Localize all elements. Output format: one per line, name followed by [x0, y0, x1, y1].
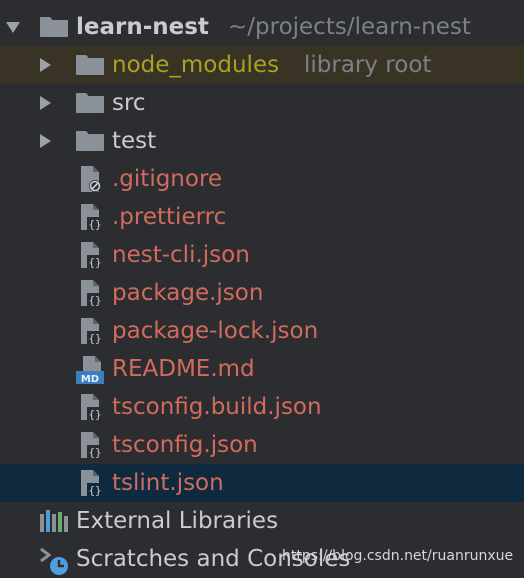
tree-item-tslint-json[interactable]: {} tslint.json	[0, 464, 524, 502]
tree-item-tsconfig-json[interactable]: {} tsconfig.json	[0, 426, 524, 464]
tree-item-label: nest-cli.json	[112, 242, 250, 268]
json-file-icon: {}	[81, 242, 103, 269]
tree-item-test[interactable]: test	[0, 122, 524, 160]
tree-item-label: tslint.json	[112, 470, 224, 496]
tree-item-package-json[interactable]: {} package.json	[0, 274, 524, 312]
tree-item-label: README.md	[112, 356, 255, 382]
svg-text:{}: {}	[88, 332, 101, 345]
json-file-icon: {}	[81, 470, 103, 497]
expand-chevron-right-icon[interactable]	[40, 96, 51, 110]
watermark-text: https://blog.csdn.net/ruanrunxue	[282, 548, 514, 564]
tree-item-tsconfig-build-json[interactable]: {} tsconfig.build.json	[0, 388, 524, 426]
md-badge: MD	[81, 374, 99, 384]
svg-text:{}: {}	[88, 256, 101, 269]
folder-icon	[40, 17, 68, 37]
tree-item-label: External Libraries	[76, 508, 279, 534]
external-libraries-icon	[40, 510, 68, 532]
tree-item-label: test	[112, 128, 157, 154]
markdown-file-icon: MD	[76, 356, 104, 384]
tree-item-node-modules[interactable]: node_modules library root	[0, 46, 524, 84]
tree-item-package-lock-json[interactable]: {} package-lock.json	[0, 312, 524, 350]
expand-chevron-down-icon[interactable]	[6, 22, 20, 33]
tree-item-label: tsconfig.json	[112, 432, 258, 458]
project-name: learn-nest	[76, 14, 209, 40]
json-file-icon: {}	[81, 280, 103, 307]
library-root-hint: library root	[304, 52, 432, 78]
tree-item-label: tsconfig.build.json	[112, 394, 322, 420]
tree-item-gitignore[interactable]: .gitignore	[0, 160, 524, 198]
project-root-row[interactable]: learn-nest ~/projects/learn-nest	[0, 8, 524, 46]
gitignore-file-icon	[81, 166, 101, 192]
tree-item-label: package.json	[112, 280, 264, 306]
svg-text:{}: {}	[88, 484, 101, 497]
json-file-icon: {}	[81, 318, 103, 345]
folder-icon	[76, 93, 104, 113]
folder-icon	[76, 55, 104, 75]
expand-chevron-right-icon[interactable]	[40, 58, 51, 72]
json-file-icon: {}	[81, 394, 103, 421]
tree-item-external-libraries[interactable]: External Libraries	[0, 502, 524, 540]
tree-item-src[interactable]: src	[0, 84, 524, 122]
tree-item-readme-md[interactable]: MD README.md	[0, 350, 524, 388]
json-file-icon: {}	[81, 432, 103, 459]
svg-text:{}: {}	[88, 446, 101, 459]
svg-text:{}: {}	[88, 408, 101, 421]
json-file-icon: {}	[81, 204, 103, 231]
tree-item-nest-cli-json[interactable]: {} nest-cli.json	[0, 236, 524, 274]
tree-item-label: src	[112, 90, 146, 116]
tree-item-label: node_modules	[112, 52, 280, 78]
folder-icon	[76, 131, 104, 151]
svg-text:{}: {}	[88, 294, 101, 307]
project-path: ~/projects/learn-nest	[228, 14, 471, 40]
tree-item-label: .prettierrc	[112, 204, 227, 230]
expand-chevron-right-icon[interactable]	[40, 134, 51, 148]
tree-item-label: .gitignore	[112, 166, 223, 192]
scratches-console-icon	[40, 547, 68, 575]
tree-item-label: package-lock.json	[112, 318, 319, 344]
tree-item-prettierrc[interactable]: {} .prettierrc	[0, 198, 524, 236]
svg-text:{}: {}	[88, 218, 101, 231]
